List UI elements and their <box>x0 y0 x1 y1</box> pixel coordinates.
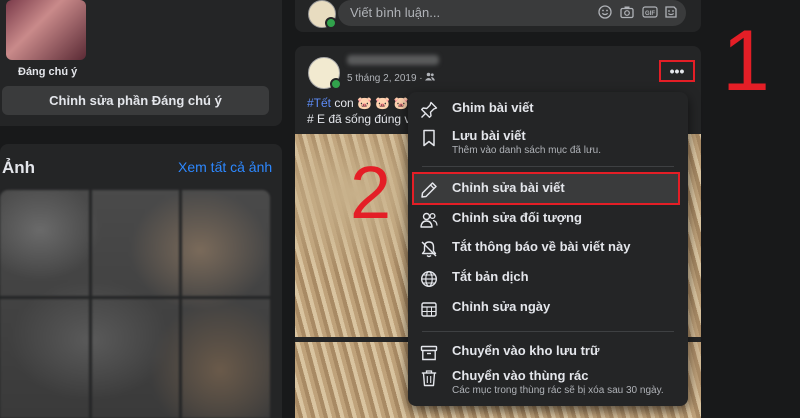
step-1-annotation: 1 <box>722 13 770 109</box>
featured-label: Đáng chú ý <box>18 66 78 78</box>
menu-item-turn-off-notifications[interactable]: Tắt thông báo về bài viết này <box>414 239 682 258</box>
pin-icon <box>420 101 438 119</box>
step-2-annotation: 2 <box>350 151 392 234</box>
menu-item-edit-audience[interactable]: Chỉnh sửa đối tượng <box>414 210 682 229</box>
menu-item-label: Chỉnh sửa bài viết <box>452 180 565 195</box>
menu-item-edit-date[interactable]: Chỉnh sửa ngày <box>414 299 682 318</box>
post-text-line1: #Tết con 🐷 🐷 🐷 <box>307 96 409 110</box>
trash-icon <box>420 369 438 387</box>
menu-divider <box>422 331 674 332</box>
grid-divider <box>179 190 182 418</box>
online-status-dot <box>330 78 342 90</box>
menu-item-label: Chuyển vào kho lưu trữ <box>452 343 600 358</box>
gif-icon[interactable]: GIF <box>642 5 658 19</box>
photos-card: Ảnh Xem tất cả ảnh <box>0 144 282 418</box>
featured-thumbnail[interactable] <box>6 0 86 60</box>
grid-divider <box>0 296 270 299</box>
people-icon <box>420 211 438 229</box>
camera-icon[interactable] <box>620 5 634 19</box>
hashtag-link[interactable]: #Tết <box>307 96 331 110</box>
left-column: Đáng chú ý Chỉnh sửa phần Đáng chú ý Ảnh… <box>0 0 282 418</box>
menu-item-description: Thêm vào danh sách mục đã lưu. <box>452 145 601 156</box>
archive-icon <box>420 344 438 362</box>
post-text-rest: con 🐷 🐷 🐷 <box>331 96 409 110</box>
pencil-icon <box>420 181 438 199</box>
globe-icon <box>420 270 438 288</box>
menu-item-save-post[interactable]: Lưu bài viết Thêm vào danh sách mục đã l… <box>414 128 682 156</box>
post-options-menu: Ghim bài viết Lưu bài viết Thêm vào danh… <box>408 92 688 406</box>
friends-icon <box>425 72 436 84</box>
menu-item-label: Chỉnh sửa đối tượng <box>452 210 582 225</box>
menu-item-move-to-trash[interactable]: Chuyển vào thùng rác Các mục trong thùng… <box>414 368 682 396</box>
smiley-icon[interactable] <box>598 5 612 19</box>
photos-title: Ảnh <box>2 158 36 177</box>
grid-divider <box>89 190 92 418</box>
featured-card: Đáng chú ý Chỉnh sửa phần Đáng chú ý <box>0 0 282 126</box>
menu-item-label: Tắt thông báo về bài viết này <box>452 239 631 254</box>
menu-item-description: Các mục trong thùng rác sẽ bị xóa sau 30… <box>452 385 664 396</box>
post-text-line2: # E đã sống đúng v <box>307 112 411 126</box>
online-status-dot <box>325 17 337 29</box>
comment-input-icons: GIF <box>598 5 678 19</box>
calendar-icon <box>420 300 438 318</box>
comment-input[interactable]: Viết bình luận... GIF <box>338 0 686 26</box>
comment-composer: Viết bình luận... GIF <box>295 0 701 32</box>
post-date-text: 5 tháng 2, 2019 · <box>347 73 426 84</box>
bookmark-icon <box>420 129 438 147</box>
menu-item-label: Lưu bài viết <box>452 128 526 143</box>
svg-text:GIF: GIF <box>645 11 655 17</box>
more-options-button[interactable]: ••• <box>659 60 695 82</box>
menu-item-label: Chuyển vào thùng rác <box>452 368 589 383</box>
menu-item-label: Ghim bài viết <box>452 100 534 115</box>
menu-item-turn-off-translation[interactable]: Tắt bản dịch <box>414 269 682 288</box>
menu-item-label: Tắt bản dịch <box>452 269 529 284</box>
author-name-blurred[interactable] <box>347 55 439 65</box>
edit-featured-button[interactable]: Chỉnh sửa phần Đáng chú ý <box>2 86 269 115</box>
bell-off-icon <box>420 240 438 258</box>
photo-grid[interactable] <box>0 190 270 418</box>
menu-item-label: Chỉnh sửa ngày <box>452 299 551 314</box>
sticker-icon[interactable] <box>664 5 678 19</box>
see-all-photos-link[interactable]: Xem tất cả ảnh <box>178 159 272 175</box>
menu-item-pin-post[interactable]: Ghim bài viết <box>414 100 682 119</box>
menu-item-edit-post[interactable]: Chỉnh sửa bài viết <box>414 180 682 199</box>
post-date[interactable]: 5 tháng 2, 2019 · <box>347 72 436 84</box>
menu-item-move-to-archive[interactable]: Chuyển vào kho lưu trữ <box>414 343 682 362</box>
comment-placeholder: Viết bình luận... <box>350 5 441 20</box>
menu-divider <box>422 166 674 167</box>
